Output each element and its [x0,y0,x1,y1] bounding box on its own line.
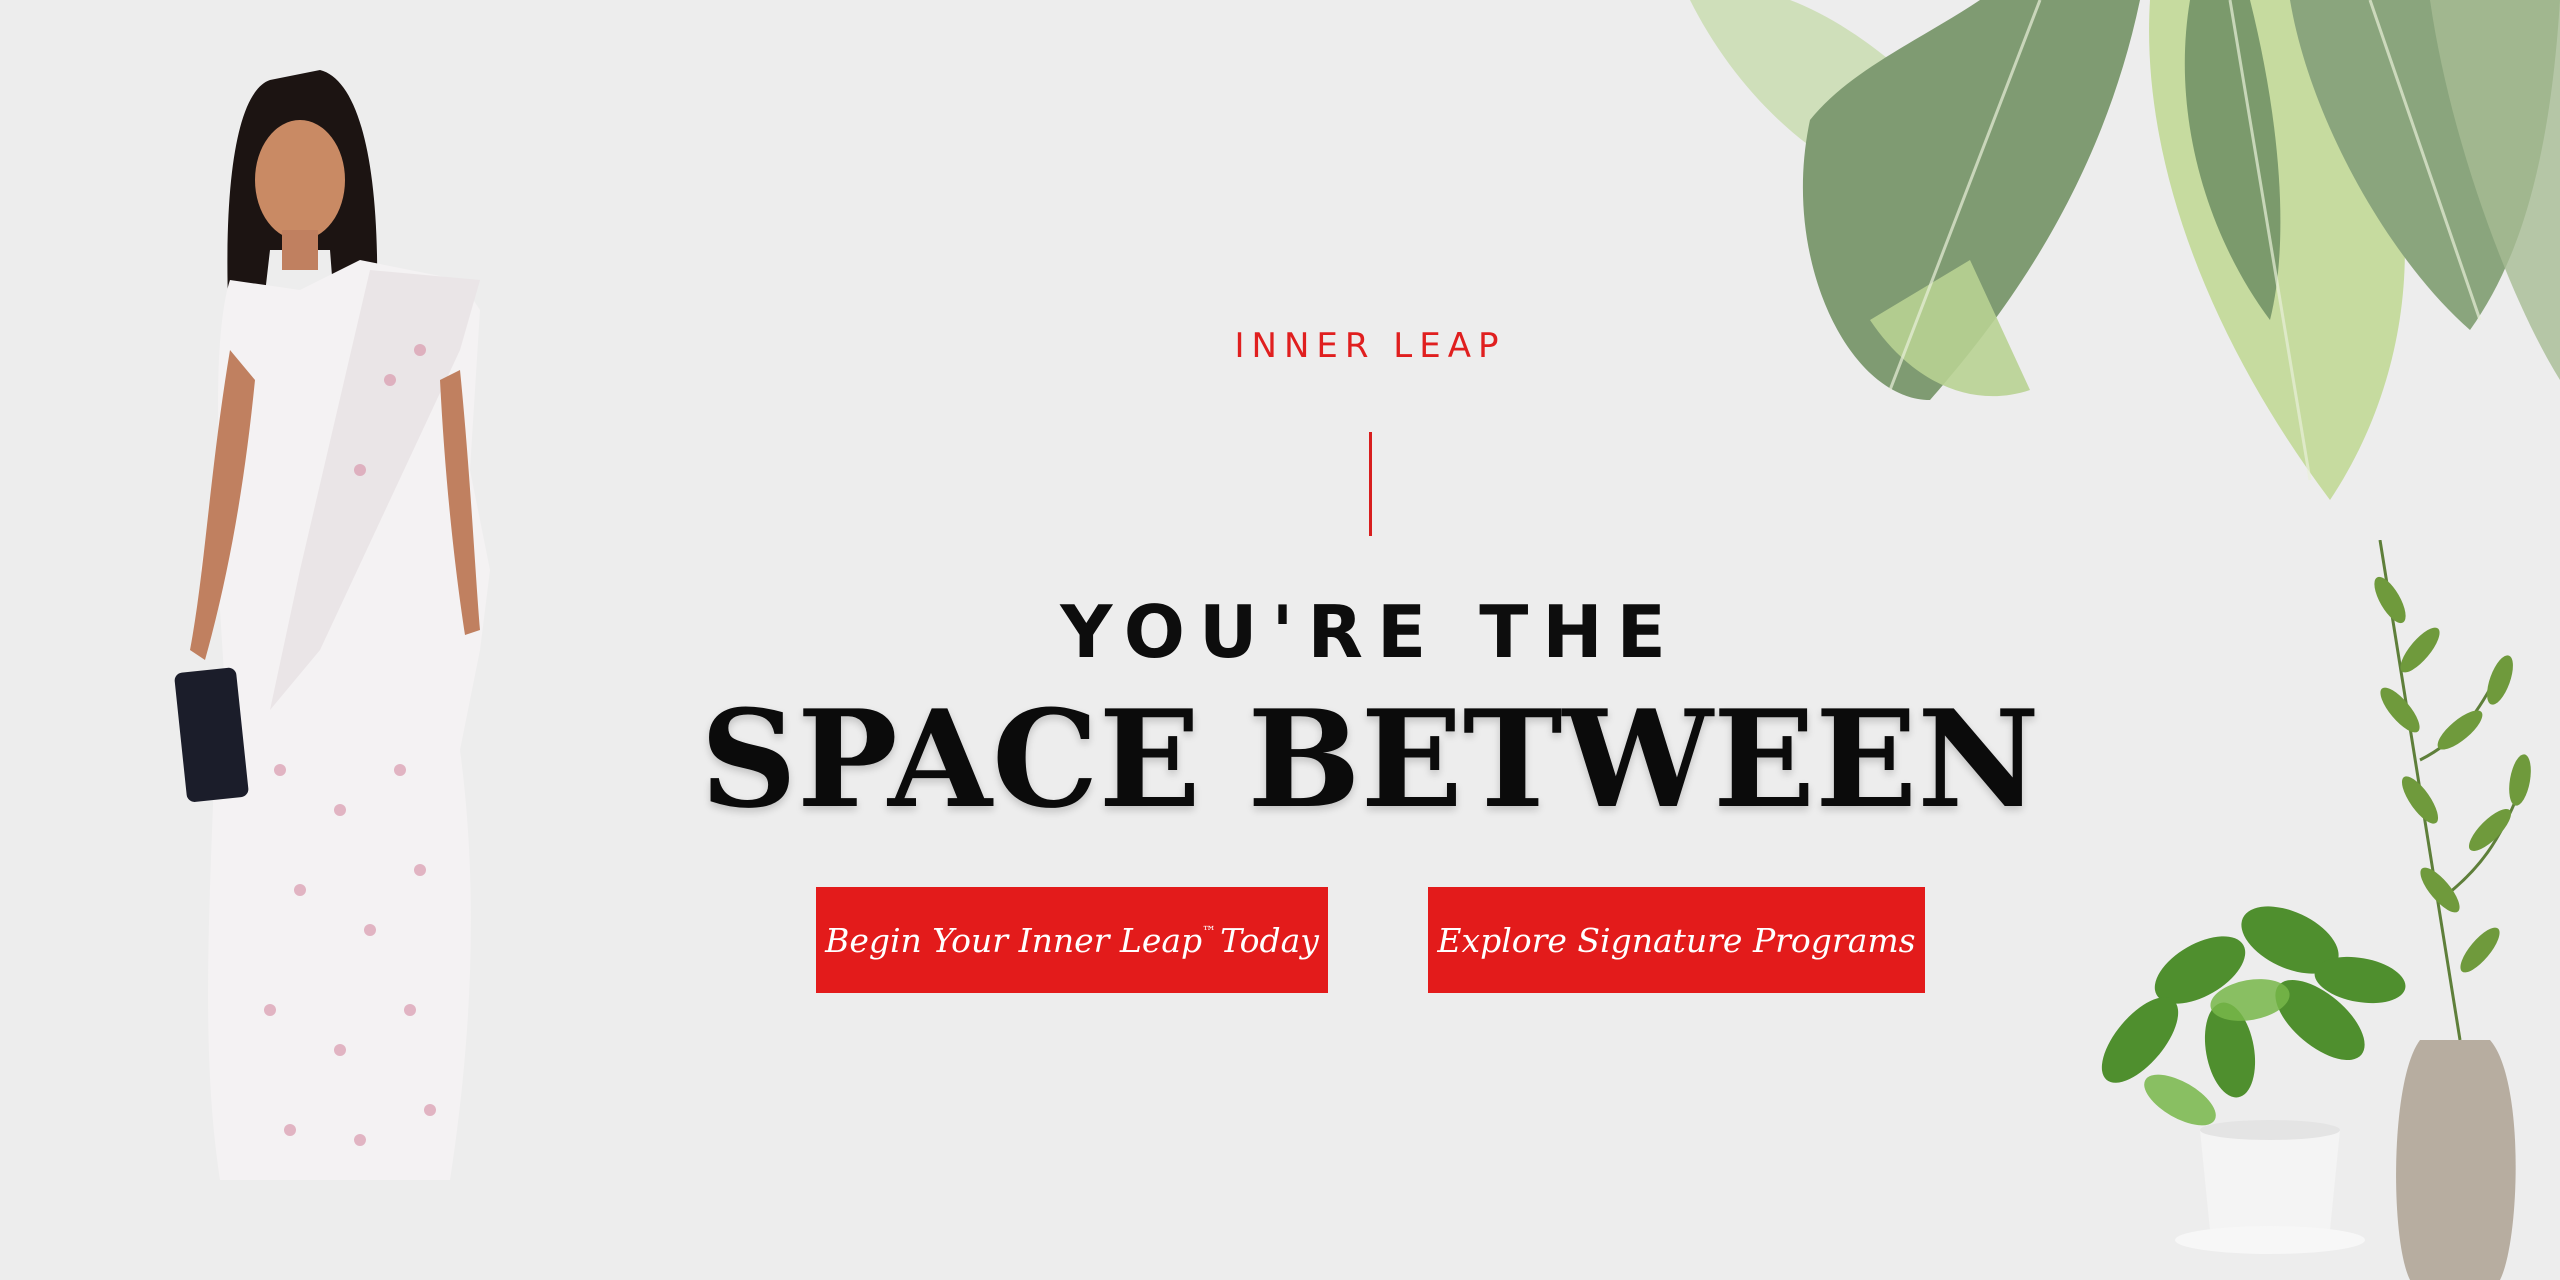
leaves-image [1690,0,2560,500]
brand-eyebrow: INNER LEAP [1234,326,1506,366]
headline-main: SPACE BETWEEN [700,680,2040,838]
trademark-mark: ™ [1202,924,1217,940]
begin-button-label-part1: Begin Your Inner Leap [825,920,1203,960]
hero-page: INNER LEAP YOU'RE THE SPACE BETWEEN Begi… [0,0,2560,1280]
explore-button-label: Explore Signature Programs [1437,920,1916,960]
headline-top: YOU'RE THE [1060,590,1680,674]
begin-button-label-part2: Today [1220,920,1319,960]
begin-inner-leap-button[interactable]: Begin Your Inner Leap ™ Today [816,887,1328,993]
vertical-divider [1369,432,1372,536]
explore-programs-button[interactable]: Explore Signature Programs [1428,887,1925,993]
